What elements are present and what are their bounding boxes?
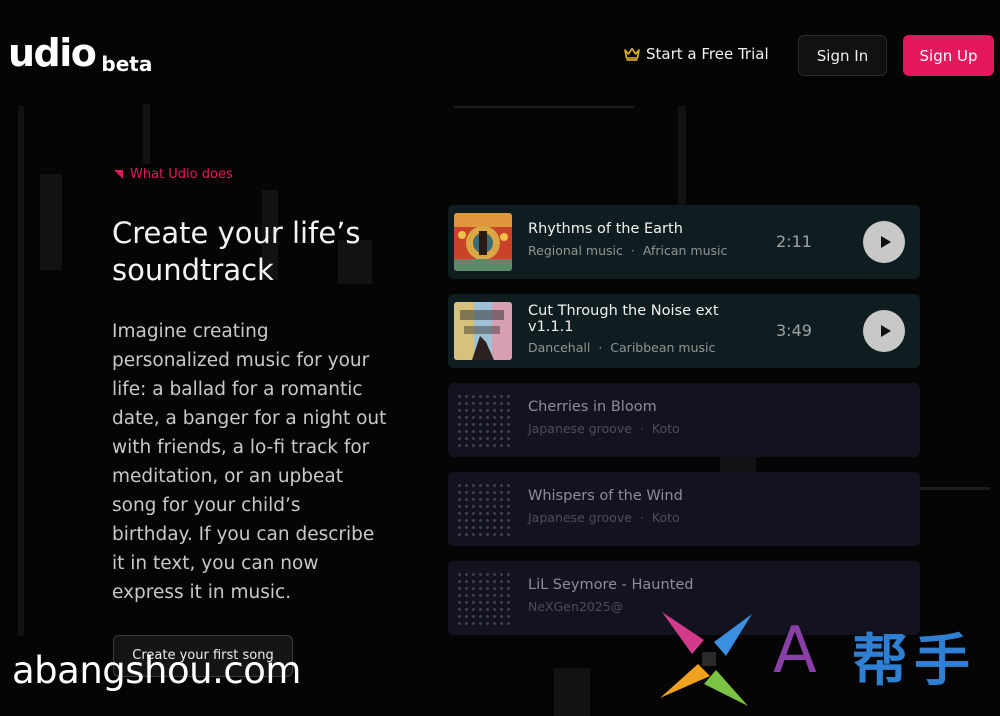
watermark-chinese-text: 帮手: [852, 629, 976, 694]
logo[interactable]: udio beta: [8, 31, 152, 76]
track-genre: Japanese groove: [528, 510, 632, 525]
track-tag: Koto: [651, 510, 680, 525]
track-tag: African music: [642, 243, 728, 258]
background-bar: [554, 668, 590, 716]
track-tags: NeXGen2025@: [528, 599, 623, 614]
track-genre: NeXGen2025@: [528, 599, 624, 614]
track-title: LiL Seymore - Haunted: [528, 577, 694, 593]
sign-up-button[interactable]: Sign Up: [903, 35, 994, 76]
track-tags: Regional music · African music: [528, 243, 728, 258]
hero-description: Imagine creating personalized music for …: [112, 321, 387, 603]
logo-wordmark: udio: [8, 31, 97, 75]
track-title: Whispers of the Wind: [528, 488, 683, 504]
placeholder-cover: [456, 393, 510, 447]
track-title: Cut Through the Noise ext v1.1.1: [528, 303, 719, 335]
play-button[interactable]: [863, 310, 905, 352]
album-cover: [454, 302, 512, 360]
background-bar: [678, 106, 686, 206]
start-free-trial-link[interactable]: Start a Free Trial: [624, 45, 769, 63]
play-icon: [880, 325, 891, 337]
track-tags: Japanese groove · Koto: [528, 510, 680, 525]
track-genre: Japanese groove: [528, 421, 632, 436]
play-button[interactable]: [863, 221, 905, 263]
track-genre: Dancehall: [528, 340, 591, 355]
track-tag: Caribbean music: [610, 340, 716, 355]
background-bar: [40, 174, 62, 270]
placeholder-cover: [456, 482, 510, 536]
beta-badge: beta: [101, 52, 153, 76]
track-title: Cherries in Bloom: [528, 399, 657, 415]
section-eyebrow: What Udio does: [114, 167, 233, 182]
track-card[interactable]: Cherries in Bloom Japanese groove · Koto: [448, 383, 920, 457]
corner-marker-icon: [114, 170, 123, 179]
track-card[interactable]: Whispers of the Wind Japanese groove · Kot…: [448, 472, 920, 546]
sign-in-button[interactable]: Sign In: [798, 35, 887, 76]
background-bar: [143, 104, 150, 164]
watermark-site: abangshou.com: [12, 649, 301, 692]
hero-headline: Create your life’s soundtrack: [112, 216, 361, 287]
track-duration: 2:11: [776, 232, 812, 251]
eyebrow-label: What Udio does: [130, 167, 233, 182]
album-cover: [454, 213, 512, 271]
placeholder-cover: [456, 571, 510, 625]
track-tag: Koto: [651, 421, 680, 436]
watermark-letter: A: [773, 614, 817, 688]
play-icon: [880, 236, 891, 248]
background-bar: [18, 106, 24, 636]
background-line: [454, 106, 634, 108]
track-tags: Japanese groove · Koto: [528, 421, 680, 436]
track-title: Rhythms of the Earth: [528, 221, 683, 237]
track-tags: Dancehall · Caribbean music: [528, 340, 716, 355]
track-card[interactable]: Cut Through the Noise ext v1.1.1 Danceha…: [448, 294, 920, 368]
background-line: [920, 487, 990, 490]
crown-icon: [624, 47, 640, 61]
track-genre: Regional music: [528, 243, 623, 258]
start-free-trial-label: Start a Free Trial: [646, 45, 769, 63]
track-duration: 3:49: [776, 321, 812, 340]
track-card[interactable]: Rhythms of the Earth Regional music · Afri…: [448, 205, 920, 279]
